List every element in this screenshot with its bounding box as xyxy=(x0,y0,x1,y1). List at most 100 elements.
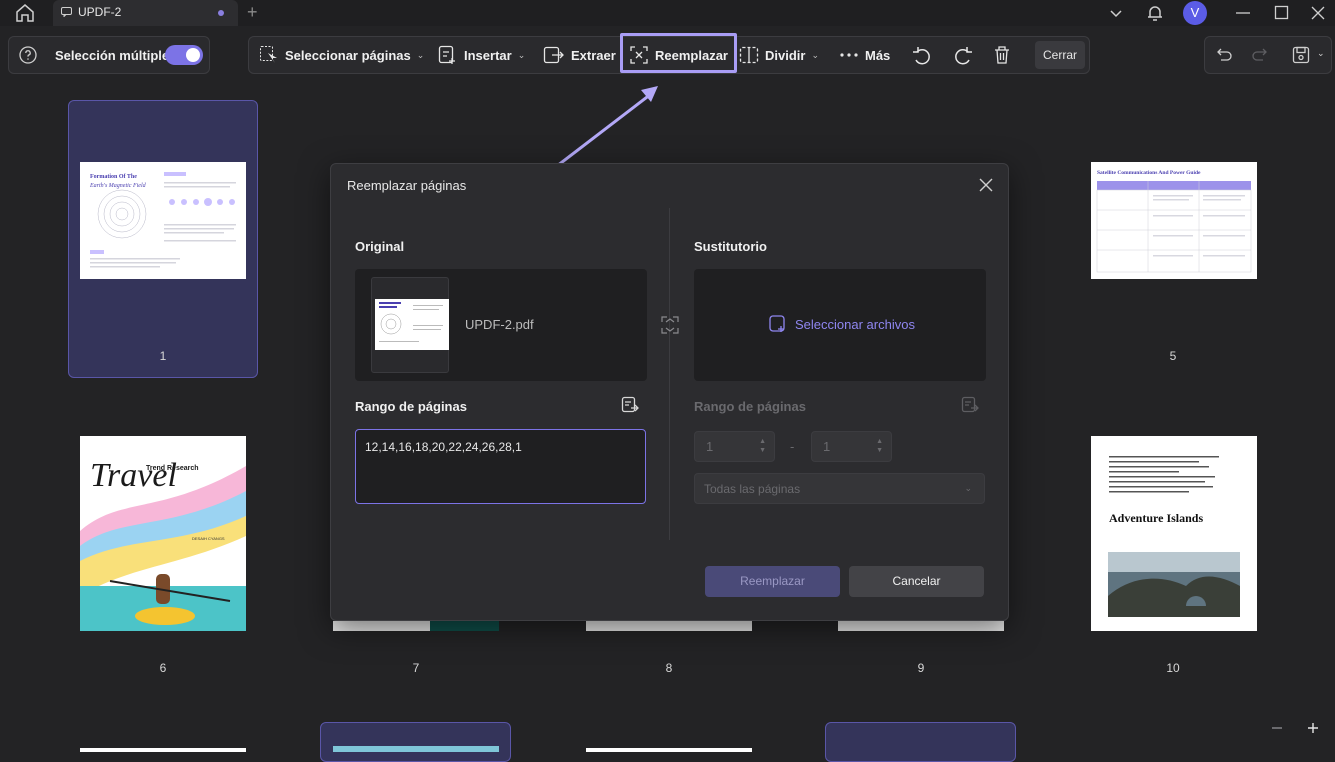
substitute-file-box[interactable]: Seleccionar archivos xyxy=(694,269,986,381)
rotate-right-icon[interactable] xyxy=(952,45,974,67)
unsaved-dot xyxy=(218,10,224,16)
page-number: 1 xyxy=(159,349,167,363)
range-separator: - xyxy=(790,439,795,454)
close-window-icon[interactable] xyxy=(1308,3,1328,23)
file-preview xyxy=(379,302,443,342)
swap-icon xyxy=(661,316,679,334)
split-label: Dividir xyxy=(765,47,806,63)
page-thumbnail[interactable]: Satellite Communications And Power Guide xyxy=(1091,162,1257,279)
split-icon xyxy=(739,46,759,64)
toggle-knob xyxy=(186,48,200,62)
dialog-divider xyxy=(669,208,670,540)
chevron-down-icon: ⌄ xyxy=(517,49,526,60)
page-range-input[interactable]: 12,14,16,18,20,22,24,26,28,1 xyxy=(355,429,646,504)
redo-icon[interactable] xyxy=(1251,46,1269,64)
page-6-title: Travel xyxy=(90,457,177,494)
insert-page-icon xyxy=(438,45,455,64)
page-thumbnail[interactable] xyxy=(333,746,499,752)
page-number: 10 xyxy=(1166,661,1180,675)
title-bar: UPDF-2 + V xyxy=(0,0,1335,26)
original-label: Original xyxy=(355,239,405,254)
page-1-subheading: Earth's Magnetic Field xyxy=(89,183,147,189)
page-5-heading: Satellite Communications And Power Guide xyxy=(1097,170,1201,176)
more-label: Más xyxy=(865,47,891,63)
page-thumbnail[interactable] xyxy=(333,621,499,631)
multi-select-label: Selección múltiple xyxy=(55,48,170,63)
undo-icon[interactable] xyxy=(1215,46,1233,64)
page-thumbnail[interactable]: Adventure Islands xyxy=(1091,436,1257,631)
multi-select-group: Selección múltiple xyxy=(8,36,210,74)
original-file-box: UPDF-2.pdf xyxy=(355,269,647,381)
select-pages-label: Seleccionar páginas xyxy=(285,47,411,63)
to-page-stepper[interactable]: 1 ▲ ▼ xyxy=(811,431,892,462)
insert-label: Insertar xyxy=(464,47,512,63)
page-7-image-strip xyxy=(430,621,499,631)
from-page-stepper[interactable]: 1 ▲ ▼ xyxy=(694,431,775,462)
page-preview: Satellite Communications And Power Guide xyxy=(1096,170,1252,273)
chevron-down-icon: ⌄ xyxy=(416,49,425,60)
chevron-down-icon: ⌄ xyxy=(964,483,972,493)
page-thumbnail[interactable]: Travel Trend Research DESAIH CYANGS xyxy=(80,436,246,631)
multi-select-toggle[interactable] xyxy=(165,45,203,65)
select-pages-button[interactable]: Seleccionar páginas ⌄ xyxy=(259,37,424,73)
cancel-button[interactable]: Cancelar xyxy=(849,566,984,597)
split-button[interactable]: Dividir ⌄ xyxy=(739,37,819,73)
chevron-down-icon[interactable]: ⌄ xyxy=(1317,48,1325,59)
extract-button[interactable]: Extraer xyxy=(543,37,616,73)
page-preview: Adventure Islands xyxy=(1108,456,1240,617)
page-thumbnail[interactable]: Formation Of The Earth's Magnetic Field xyxy=(80,162,246,279)
page-number: 9 xyxy=(917,661,925,675)
maximize-icon[interactable] xyxy=(1272,3,1292,23)
page-preview: Formation Of The Earth's Magnetic Field xyxy=(89,172,236,268)
page-thumbnail[interactable] xyxy=(80,748,246,752)
stepper-arrows-icon[interactable]: ▲ ▼ xyxy=(759,437,766,455)
page-range-icon xyxy=(961,396,979,413)
page-card-selected[interactable] xyxy=(320,722,511,762)
zoom-out-icon[interactable] xyxy=(1270,721,1284,735)
replace-highlight-box xyxy=(620,33,737,73)
trash-icon[interactable] xyxy=(992,45,1012,65)
extract-icon xyxy=(543,46,564,64)
close-icon[interactable] xyxy=(978,177,994,193)
page-thumbnail[interactable] xyxy=(586,748,752,752)
rotate-left-icon[interactable] xyxy=(911,45,933,67)
page-card-selected[interactable] xyxy=(825,722,1016,762)
page-number: 5 xyxy=(1169,349,1177,363)
page-number: 6 xyxy=(159,661,167,675)
history-group: ⌄ xyxy=(1204,36,1332,74)
new-tab-icon[interactable]: + xyxy=(247,3,258,21)
document-tab[interactable]: UPDF-2 xyxy=(53,0,238,26)
page-10-title: Adventure Islands xyxy=(1109,511,1203,525)
page-thumbnail[interactable] xyxy=(586,621,752,631)
file-thumbnail xyxy=(371,277,449,373)
travel-cover-image: Travel Trend Research DESAIH CYANGS xyxy=(80,436,246,631)
select-files-label: Seleccionar archivos xyxy=(795,316,915,332)
file-name: UPDF-2.pdf xyxy=(465,317,534,332)
bell-icon[interactable] xyxy=(1145,3,1165,23)
dialog-title: Reemplazar páginas xyxy=(347,178,467,193)
chevron-down-icon[interactable] xyxy=(1106,3,1126,23)
insert-button[interactable]: Insertar ⌄ xyxy=(438,37,525,73)
home-icon[interactable] xyxy=(14,3,36,23)
zoom-in-icon[interactable] xyxy=(1306,721,1320,735)
substitute-range-label: Rango de páginas xyxy=(694,399,806,414)
minimize-icon[interactable] xyxy=(1233,3,1253,23)
page-subset-select[interactable]: Todas las páginas ⌄ xyxy=(694,473,985,504)
select-files-button[interactable]: Seleccionar archivos xyxy=(769,315,915,333)
avatar[interactable]: V xyxy=(1183,1,1207,25)
select-pages-icon xyxy=(260,46,277,63)
save-icon[interactable] xyxy=(1291,45,1311,65)
more-button[interactable]: Más xyxy=(839,37,890,73)
page-thumbnail[interactable] xyxy=(838,621,1004,631)
page-number: 7 xyxy=(412,661,420,675)
from-page-value: 1 xyxy=(706,439,714,454)
page-subset-value: Todas las páginas xyxy=(704,482,801,496)
replace-confirm-button[interactable]: Reemplazar xyxy=(705,566,840,597)
stepper-arrows-icon[interactable]: ▲ ▼ xyxy=(876,437,883,455)
close-button[interactable]: Cerrar xyxy=(1035,41,1085,69)
to-page-value: 1 xyxy=(823,439,831,454)
page-range-icon[interactable] xyxy=(621,396,639,414)
zoom-controls xyxy=(1262,712,1335,746)
help-icon[interactable] xyxy=(19,46,37,64)
replace-pages-dialog: Reemplazar páginas Original UPDF-2.pdf S… xyxy=(330,163,1009,621)
